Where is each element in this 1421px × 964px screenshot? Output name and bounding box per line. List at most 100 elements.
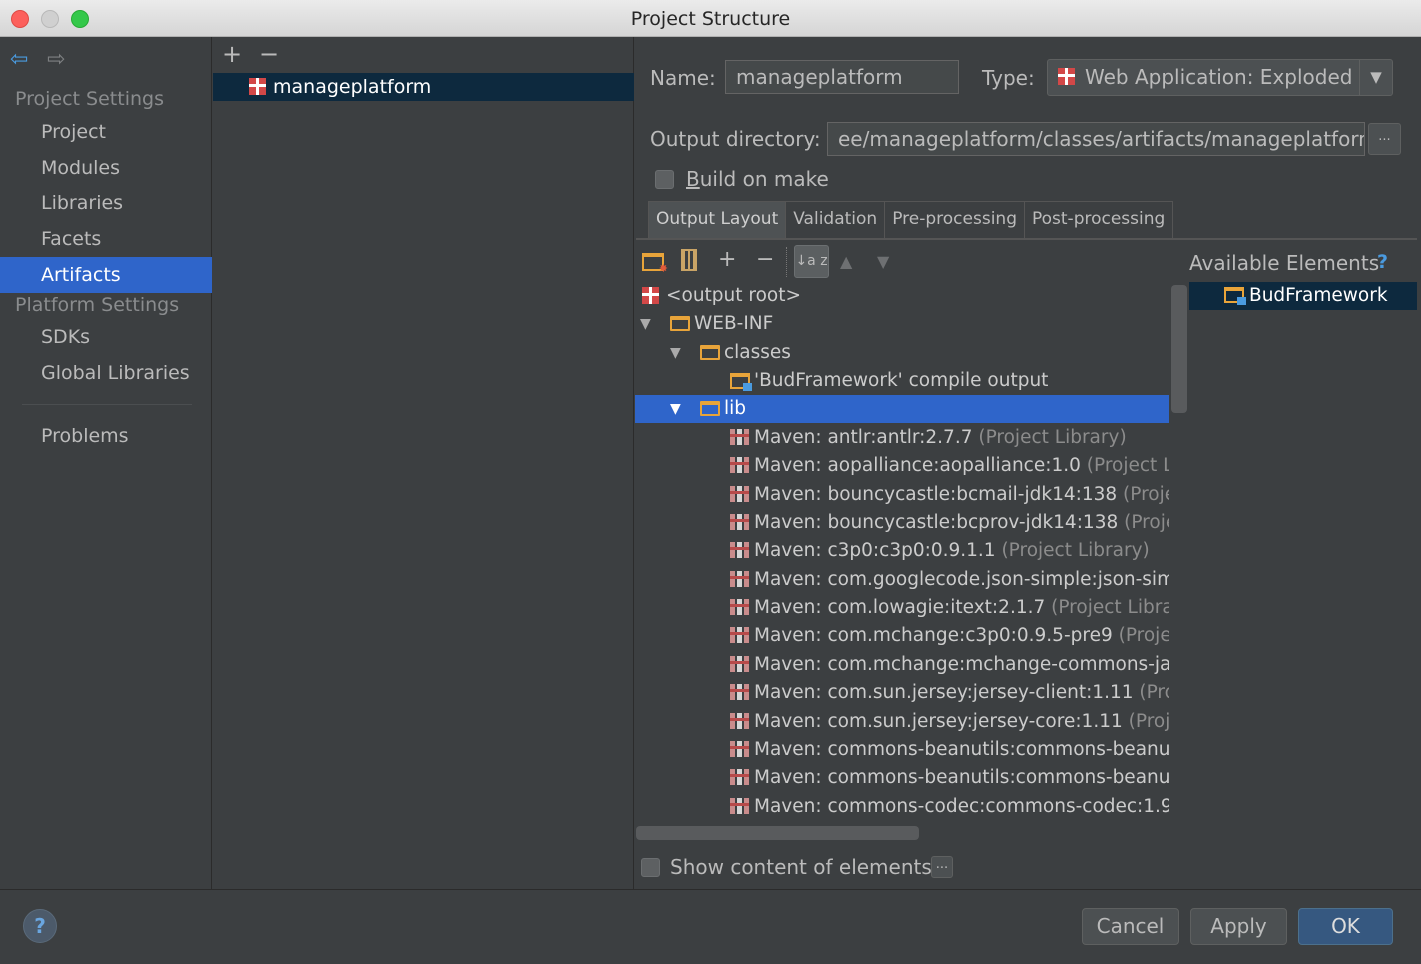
output-layout-tree[interactable]: <output root> ▼ WEB-INF ▼ classes 'BudFr…	[635, 282, 1169, 824]
expand-arrow-icon[interactable]: ▼	[640, 310, 651, 338]
tree-row-compile-output[interactable]: 'BudFramework' compile output	[635, 367, 1169, 395]
help-button[interactable]: ?	[23, 909, 57, 943]
available-element-item[interactable]: BudFramework	[1189, 282, 1417, 310]
library-icon	[730, 485, 749, 502]
library-icon	[730, 712, 749, 729]
nav-item-facets[interactable]: Facets	[0, 221, 212, 257]
build-on-make-checkbox[interactable]	[655, 170, 674, 189]
artifact-icon	[642, 287, 659, 304]
tree-label: WEB-INF	[694, 313, 774, 334]
nav-item-global-libraries[interactable]: Global Libraries	[0, 355, 212, 391]
tree-row-web-inf[interactable]: ▼ WEB-INF	[635, 310, 1169, 338]
tree-row-library[interactable]: Maven: c3p0:c3p0:0.9.1.1 (Project Librar…	[635, 537, 1169, 565]
library-icon	[730, 570, 749, 587]
build-on-make-mnemonic: B	[686, 167, 700, 191]
library-icon	[730, 542, 749, 559]
library-kind: (Project Library)	[1051, 597, 1169, 619]
tree-row-library[interactable]: Maven: commons-codec:commons-codec:1.9 (…	[635, 793, 1169, 821]
tab-pre-processing[interactable]: Pre-processing	[884, 201, 1025, 238]
chevron-down-icon[interactable]: ▼	[1359, 60, 1392, 95]
nav-item-project[interactable]: Project	[0, 114, 212, 150]
add-artifact-button[interactable]: +	[222, 40, 242, 68]
library-text: Maven: aopalliance:aopalliance:1.0 (Proj…	[754, 452, 1169, 480]
tree-row-library[interactable]: Maven: bouncycastle:bcmail-jdk14:138 (Pr…	[635, 481, 1169, 509]
tree-row-classes[interactable]: ▼ classes	[635, 339, 1169, 367]
add-element-button[interactable]: +	[718, 247, 736, 272]
library-icon	[730, 740, 749, 757]
tree-row-library[interactable]: Maven: bouncycastle:bcprov-jdk14:138 (Pr…	[635, 509, 1169, 537]
nav-item-problems[interactable]: Problems	[0, 418, 212, 454]
tree-row-library[interactable]: Maven: commons-beanutils:commons-beanuti…	[635, 736, 1169, 764]
tree-row-output-root[interactable]: <output root>	[635, 282, 1169, 310]
browse-output-directory-button[interactable]: ...	[1368, 123, 1401, 155]
library-kind: (Project	[1118, 625, 1169, 647]
library-text: Maven: commons-beanutils:commons-beanuti…	[754, 764, 1169, 792]
output-directory-field[interactable]: ee/manageplatform/classes/artifacts/mana…	[827, 122, 1365, 156]
nav-item-modules[interactable]: Modules	[0, 150, 212, 186]
show-content-checkbox[interactable]	[641, 858, 660, 877]
expand-arrow-icon[interactable]: ▼	[670, 395, 681, 423]
tree-row-lib[interactable]: ▼ lib	[635, 395, 1169, 423]
web-app-icon	[1058, 68, 1075, 85]
artifact-list-pane: + − manageplatform	[213, 37, 634, 889]
available-element-label: BudFramework	[1249, 285, 1388, 306]
arrow-left-icon[interactable]: ⇦	[10, 47, 28, 72]
show-content-label[interactable]: Show content of elements	[670, 855, 932, 879]
library-name: Maven: antlr:antlr:2.7.7	[754, 427, 973, 448]
remove-element-button[interactable]: −	[756, 247, 774, 272]
folder-icon	[670, 316, 690, 331]
name-label: Name:	[650, 66, 716, 90]
tab-post-processing[interactable]: Post-processing	[1023, 201, 1174, 238]
tree-row-library[interactable]: Maven: com.googlecode.json-simple:json-s…	[635, 566, 1169, 594]
show-content-options-button[interactable]: ...	[931, 856, 953, 878]
tree-vertical-scrollbar[interactable]	[1171, 285, 1187, 413]
sort-icon[interactable]: ↓a z	[794, 245, 829, 278]
create-archive-icon[interactable]	[681, 249, 697, 277]
library-icon	[730, 684, 749, 701]
window-title: Project Structure	[630, 8, 791, 30]
tree-row-library[interactable]: Maven: com.sun.jersey:jersey-core:1.11 (…	[635, 708, 1169, 736]
library-name: Maven: com.googlecode.json-simple:json-s…	[754, 568, 1169, 590]
library-icon	[730, 627, 749, 644]
move-down-icon[interactable]: ▼	[877, 252, 889, 271]
remove-artifact-button[interactable]: −	[259, 40, 279, 68]
tree-horizontal-scrollbar[interactable]	[636, 826, 919, 840]
tree-label: lib	[724, 398, 747, 419]
library-name: Maven: com.mchange:mchange-commons-java:	[754, 653, 1169, 675]
library-name: Maven: com.sun.jersey:jersey-core:1.11	[754, 710, 1123, 732]
library-text: Maven: commons-codec:commons-codec:1.9 (…	[754, 793, 1169, 821]
tree-row-library[interactable]: Maven: commons-beanutils:commons-beanuti…	[635, 764, 1169, 792]
tree-row-library[interactable]: Maven: com.lowagie:itext:2.1.7 (Project …	[635, 594, 1169, 622]
nav-item-sdks[interactable]: SDKs	[0, 319, 212, 355]
arrow-right-icon[interactable]: ⇨	[47, 47, 65, 72]
build-on-make-label[interactable]: Build on make	[686, 167, 829, 191]
tree-label: <output root>	[666, 285, 801, 306]
library-kind: (Projec	[1124, 512, 1169, 534]
help-icon[interactable]: ?	[1377, 251, 1388, 273]
tree-row-library[interactable]: Maven: com.mchange:mchange-commons-java:	[635, 651, 1169, 679]
expand-arrow-icon[interactable]: ▼	[670, 339, 681, 367]
library-name: Maven: bouncycastle:bcmail-jdk14:138	[754, 483, 1118, 505]
ok-button[interactable]: OK	[1298, 908, 1393, 945]
library-name: Maven: aopalliance:aopalliance:1.0	[754, 455, 1081, 477]
nav-item-libraries[interactable]: Libraries	[0, 185, 212, 221]
apply-button[interactable]: Apply	[1190, 908, 1287, 945]
name-field[interactable]: manageplatform	[725, 60, 959, 94]
module-icon	[1224, 287, 1246, 305]
tree-row-library[interactable]: Maven: com.sun.jersey:jersey-client:1.11…	[635, 679, 1169, 707]
tree-row-library[interactable]: Maven: antlr:antlr:2.7.7 (Project Librar…	[635, 424, 1169, 452]
artifact-list-item[interactable]: manageplatform	[213, 73, 634, 101]
tab-validation[interactable]: Validation	[785, 201, 886, 238]
cancel-button[interactable]: Cancel	[1082, 908, 1179, 945]
tree-row-library[interactable]: Maven: com.mchange:c3p0:0.9.5-pre9 (Proj…	[635, 622, 1169, 650]
library-icon	[730, 457, 749, 474]
new-folder-icon[interactable]	[642, 252, 668, 277]
tree-row-library[interactable]: Maven: aopalliance:aopalliance:1.0 (Proj…	[635, 452, 1169, 480]
library-text: Maven: com.lowagie:itext:2.1.7 (Project …	[754, 594, 1169, 622]
nav-item-artifacts[interactable]: Artifacts	[0, 257, 212, 293]
tab-output-layout[interactable]: Output Layout	[648, 201, 787, 238]
type-dropdown[interactable]: Web Application: Exploded ▼	[1047, 59, 1393, 96]
library-name: Maven: com.mchange:c3p0:0.9.5-pre9	[754, 625, 1113, 647]
move-up-icon[interactable]: ▲	[840, 252, 852, 271]
library-text: Maven: com.mchange:mchange-commons-java:	[754, 651, 1169, 679]
